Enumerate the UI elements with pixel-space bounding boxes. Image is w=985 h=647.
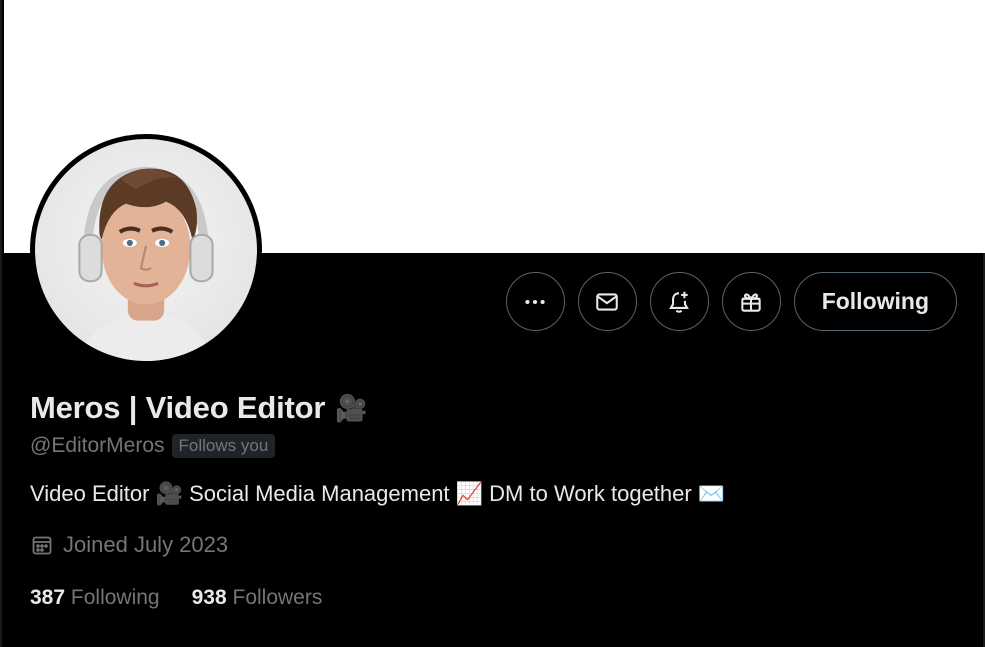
handle-row: @EditorMeros Follows you — [30, 434, 950, 458]
movie-camera-icon: 🎥 — [335, 392, 368, 423]
follows-you-badge: Follows you — [171, 434, 276, 458]
followers-count-link[interactable]: 938 Followers — [192, 586, 323, 610]
profile-actions: Following — [505, 272, 957, 331]
profile-avatar[interactable] — [30, 134, 262, 366]
message-button[interactable] — [577, 272, 637, 331]
name-row: Meros | Video Editor 🎥 — [30, 390, 950, 426]
calendar-icon — [32, 536, 52, 555]
gift-icon — [741, 292, 761, 312]
profile-page: Following Meros | Video Editor 🎥 @Editor… — [0, 0, 985, 647]
following-label: Following — [70, 586, 160, 609]
display-name: Meros | Video Editor — [30, 390, 326, 425]
avatar-portrait-icon — [75, 166, 217, 361]
followers-count: 938 — [191, 586, 227, 609]
profile-info: Meros | Video Editor 🎥 @EditorMeros Foll… — [30, 390, 950, 610]
following-button[interactable]: Following — [793, 272, 957, 331]
more-button[interactable] — [505, 272, 565, 331]
bell-plus-icon — [669, 291, 690, 313]
more-horizontal-icon — [525, 299, 545, 304]
user-handle: @EditorMeros — [30, 434, 165, 457]
profile-bio: Video Editor 🎥 Social Media Management 📈… — [30, 481, 726, 506]
follow-stats: 387 Following 938 Followers — [30, 586, 950, 610]
avatar-image — [35, 139, 257, 361]
followers-label: Followers — [232, 586, 323, 609]
joined-date: Joined July 2023 — [30, 532, 950, 558]
joined-text: Joined July 2023 — [63, 532, 229, 557]
gift-button[interactable] — [721, 272, 781, 331]
following-count: 387 — [30, 586, 66, 609]
following-count-link[interactable]: 387 Following — [30, 586, 160, 610]
mail-icon — [596, 292, 618, 311]
notify-button[interactable] — [649, 272, 709, 331]
